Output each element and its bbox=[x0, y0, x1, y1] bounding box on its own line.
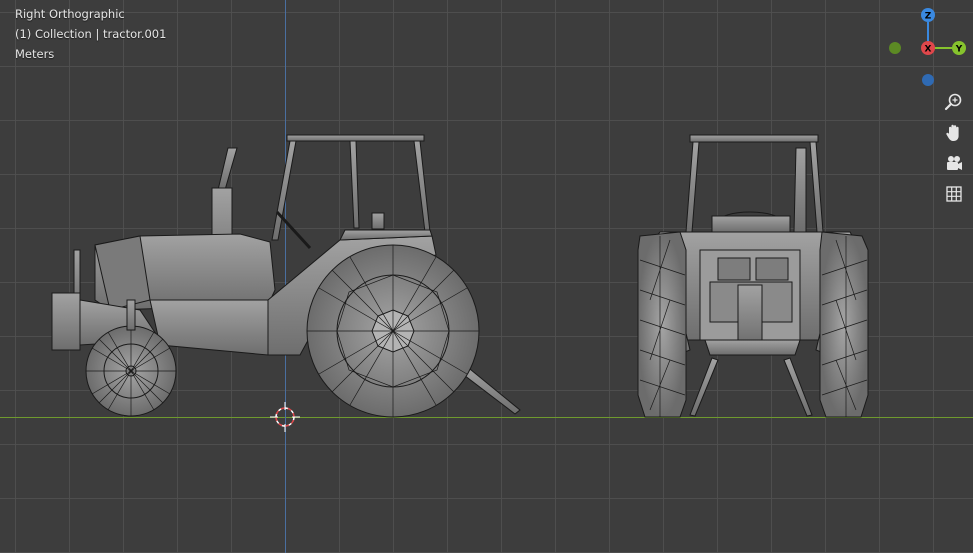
3d-viewport[interactable]: Right Orthographic (1) Collection | trac… bbox=[0, 0, 973, 553]
camera-view-button[interactable] bbox=[942, 152, 966, 176]
pan-button[interactable] bbox=[942, 121, 966, 145]
scene-geometry bbox=[51, 134, 869, 432]
collection-label: (1) Collection | tractor.001 bbox=[15, 27, 167, 41]
tractor-rear-view bbox=[637, 134, 869, 418]
y-axis-label: Y bbox=[955, 45, 963, 55]
3d-cursor bbox=[270, 402, 300, 432]
view-name-label: Right Orthographic bbox=[15, 7, 125, 21]
ortho-toggle-button[interactable] bbox=[942, 182, 966, 206]
pan-hand-icon bbox=[946, 124, 959, 141]
units-label: Meters bbox=[15, 47, 55, 61]
x-axis-label: X bbox=[925, 45, 932, 55]
zoom-button[interactable] bbox=[942, 90, 966, 114]
camera-icon bbox=[947, 156, 962, 170]
neg-z-axis-handle[interactable] bbox=[922, 74, 934, 86]
grid-icon bbox=[946, 186, 962, 202]
z-axis-label: Z bbox=[925, 12, 932, 22]
neg-y-axis-handle[interactable] bbox=[889, 42, 901, 54]
zoom-icon bbox=[944, 93, 962, 111]
tractor-side-view bbox=[51, 134, 521, 418]
